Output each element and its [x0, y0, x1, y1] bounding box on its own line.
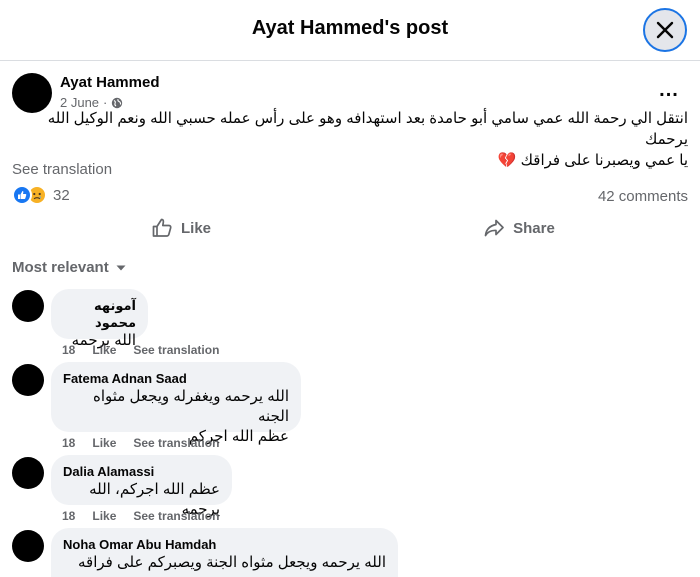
comment-bubble: Fatema Adnan Saad الله يرحمه ويغفرله ويج…: [51, 362, 301, 445]
comment-see-translation[interactable]: See translation: [133, 343, 219, 357]
post-actions: Like Share: [12, 207, 688, 249]
more-options-button[interactable]: ...: [652, 76, 686, 104]
commenter-name[interactable]: آمونهه محمود: [63, 297, 136, 331]
close-button[interactable]: [643, 8, 687, 52]
dialog-title: Ayat Hammed's post: [251, 17, 449, 39]
dialog-header: Ayat Hammed's post: [0, 0, 700, 61]
comment-reaction-count: 18: [62, 343, 76, 357]
like-reaction-icon: [12, 185, 32, 205]
comment-see-translation[interactable]: See translation: [133, 509, 219, 523]
author-avatar[interactable]: [12, 73, 52, 113]
like-button[interactable]: Like: [12, 207, 350, 249]
comment-bubble: Noha Omar Abu Hamdah الله يرحمه ويجعل مث…: [51, 528, 398, 577]
close-icon: [656, 21, 674, 39]
comment-like-button[interactable]: Like: [92, 343, 116, 357]
comment-actions: 18 Like See translation: [62, 436, 236, 450]
commenter-avatar[interactable]: [12, 457, 44, 489]
comment-text: الله يرحمه ويغفرله ويجعل مثواه الجنه: [92, 388, 289, 425]
comment-actions: 18 Like See translation: [62, 509, 236, 523]
comment-text: الله يرحمه ويجعل مثواه الجنة ويصبركم على…: [78, 554, 386, 571]
comment-sort-label: Most relevant: [12, 259, 109, 276]
comment-reaction-count: 18: [62, 509, 76, 523]
comment-bubble: Dalia Alamassi عظم الله اجركم، الله يرحم…: [51, 455, 232, 518]
like-label: Like: [180, 219, 211, 237]
comment-actions: 18 Like See translation: [62, 343, 236, 357]
reaction-count: 32: [53, 186, 70, 204]
globe-icon: [112, 97, 123, 108]
share-icon: [484, 219, 504, 237]
like-icon: [152, 218, 172, 237]
share-label: Share: [513, 219, 555, 237]
post-body-line: انتقل الي رحمة الله عمي سامي أبو حامدة ب…: [47, 110, 688, 148]
commenter-name[interactable]: Dalia Alamassi: [63, 463, 220, 480]
caret-down-icon: [116, 265, 126, 270]
comment-reaction-count: 18: [62, 436, 76, 450]
commenter-name[interactable]: Fatema Adnan Saad: [63, 370, 289, 387]
author-name[interactable]: Ayat Hammed: [60, 74, 159, 91]
comment-like-button[interactable]: Like: [92, 436, 116, 450]
post-body-text: يا عمي ويصبرنا على فراقك: [520, 152, 688, 169]
post-body-line: يا عمي ويصبرنا على فراقك 💔: [12, 150, 688, 171]
commenter-avatar[interactable]: [12, 290, 44, 322]
reactions-summary[interactable]: 32: [12, 185, 70, 205]
commenter-avatar[interactable]: [12, 530, 44, 562]
comments-count[interactable]: 42 comments: [598, 188, 688, 205]
commenter-name[interactable]: Noha Omar Abu Hamdah: [63, 536, 386, 553]
comment-sort-dropdown[interactable]: Most relevant: [12, 259, 127, 276]
broken-heart-icon: 💔: [497, 152, 517, 169]
share-button[interactable]: Share: [350, 207, 688, 249]
see-translation-link[interactable]: See translation: [12, 161, 112, 178]
comment-bubble: آمونهه محمود الله يرحمه: [51, 289, 148, 349]
post-body: انتقل الي رحمة الله عمي سامي أبو حامدة ب…: [12, 108, 688, 171]
comment-like-button[interactable]: Like: [92, 509, 116, 523]
comment-see-translation[interactable]: See translation: [133, 436, 219, 450]
more-options-icon: ...: [659, 78, 679, 101]
commenter-avatar[interactable]: [12, 364, 44, 396]
